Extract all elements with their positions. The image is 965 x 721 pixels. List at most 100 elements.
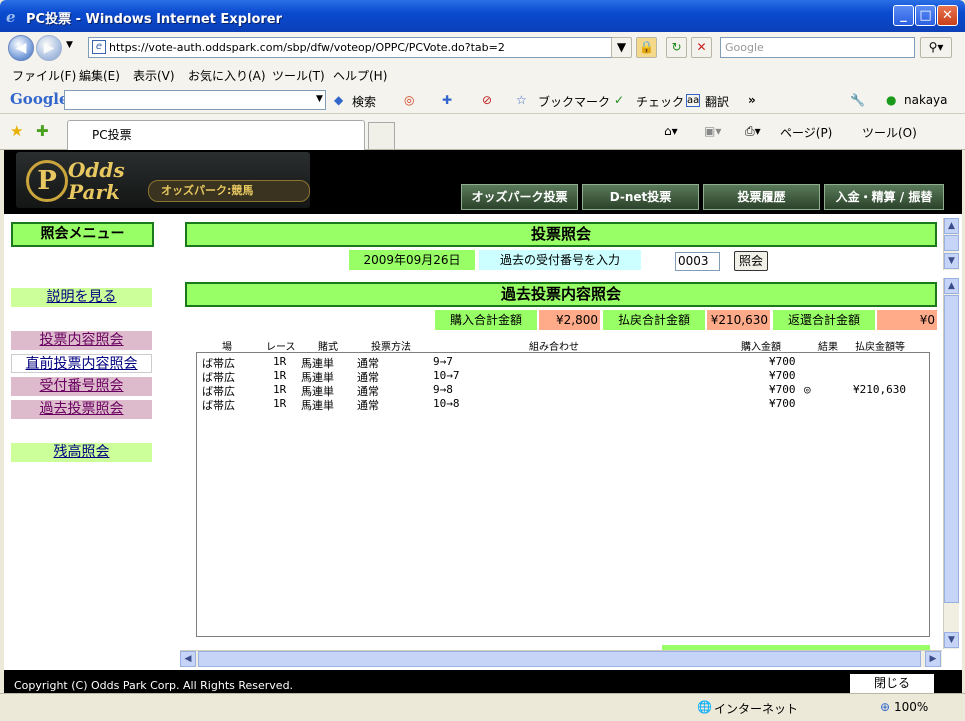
wrench-icon[interactable]: 🔧 [850,93,865,107]
translate-button[interactable]: 翻訳 [705,93,729,110]
zoom-level[interactable]: 100% [894,700,928,714]
bookmark-button[interactable]: ブックマーク [538,93,610,110]
google-dropdown-icon[interactable]: ▼ [316,94,323,104]
scroll-left-icon[interactable]: ◀ [180,651,196,667]
list-item[interactable]: ば帯広 1R 馬連単 通常 10→8 ¥700 [197,397,929,412]
list-item[interactable]: ば帯広 1R 馬連単 通常 9→7 ¥700 [197,355,929,370]
scroll-down-icon[interactable]: ▼ [944,632,959,648]
nav-vote-history[interactable]: 投票履歴 [703,184,820,210]
sidebar-item-receipt-number[interactable]: 受付番号照会 [11,377,152,396]
logo-word-odds: Odds [68,158,125,182]
cell-amount: ¥700 [769,397,796,410]
oddspark-logo[interactable]: P Odds Park オッズパーク:競馬 [16,152,310,208]
user-status-icon: ● [886,93,897,107]
copyright: Copyright (C) Odds Park Corp. All Rights… [14,679,294,692]
globe-icon: 🌐 [697,700,712,714]
pagerank-icon[interactable]: ◎ [404,93,414,107]
refresh-icon[interactable]: ↻ [666,37,687,58]
more-button[interactable]: » [748,93,756,107]
address-input[interactable]: e https://vote-auth.oddspark.com/sbp/dfw/… [88,37,631,58]
window-title: PC投票 - Windows Internet Explorer [26,12,283,27]
menu-file[interactable]: ファイル(F) [12,67,76,84]
forward-icon[interactable]: ▶ [36,35,62,61]
cell-race: 1R [273,369,287,382]
maximize-button[interactable]: □ [915,5,936,26]
scroll-thumb[interactable] [198,651,921,667]
spellcheck-icon: ✓ [614,93,625,107]
google-search-input[interactable] [64,90,326,110]
list-item[interactable]: ば帯広 1R 馬連単 通常 9→8 ¥700 ◎ ¥210,630 [197,383,929,398]
search-input[interactable]: Google [720,37,915,58]
stop-icon[interactable]: ✕ [691,37,712,58]
main-scrollbar[interactable]: ▲ ▼ [943,278,959,649]
address-dropdown-icon[interactable]: ▼ [611,37,632,58]
user-name[interactable]: nakaya [904,93,948,107]
close-window-button[interactable]: 閉じる [850,674,934,693]
buy-total-label: 購入合計金額 [435,310,537,330]
cell-combination: 9→7 [433,355,453,368]
feed-icon[interactable]: ▣▾ [704,124,721,138]
tools-menu[interactable]: ツール(O) [862,124,917,141]
back-icon[interactable]: ◀ [8,35,34,61]
add-favorite-icon[interactable]: ✚ [36,122,49,140]
google-search-button[interactable]: 検索 [352,93,376,110]
scroll-up-icon[interactable]: ▲ [944,218,959,234]
history-dropdown-icon[interactable]: ▼ [66,40,73,50]
title-bar: e PC投票 - Windows Internet Explorer _ □ ✕ [0,0,965,32]
nav-oddspark-vote[interactable]: オッズパーク投票 [461,184,578,210]
cell-amount: ¥700 [769,355,796,368]
check-button[interactable]: チェック [636,93,684,110]
inquiry-button[interactable]: 照会 [734,251,768,271]
scroll-down-icon[interactable]: ▼ [944,253,959,269]
nav-deposit[interactable]: 入金・精算 / 振替 [824,184,944,210]
home-icon[interactable]: ⌂▾ [664,124,678,138]
inquiry-prompt: 過去の受付番号を入力 [479,250,641,270]
tab-pc-vote[interactable]: PC投票 [67,120,365,150]
plus-icon[interactable]: ✚ [442,93,452,107]
sidebar-item-help[interactable]: 説明を見る [11,288,152,307]
horizontal-scrollbar[interactable]: ◀ ▶ [180,650,942,667]
page-menu[interactable]: ページ(P) [780,124,832,141]
menu-favorites[interactable]: お気に入り(A) [188,67,266,84]
receipt-number-input[interactable]: 0003 [675,252,720,271]
vote-list[interactable]: ば帯広 1R 馬連単 通常 9→7 ¥700 ば帯広 1R 馬連単 通常 10→… [196,352,930,637]
ie-icon: e [6,8,16,26]
site-header: P Odds Park オッズパーク:競馬 オッズパーク投票 D-net投票 投… [4,150,962,214]
tab-title: PC投票 [92,128,132,142]
menu-tools[interactable]: ツール(T) [272,67,325,84]
menu-view[interactable]: 表示(V) [133,67,175,84]
new-tab-button[interactable] [368,122,395,149]
address-url: https://vote-auth.oddspark.com/sbp/dfw/v… [109,41,505,54]
cell-method: 通常 [357,399,379,412]
scroll-up-icon[interactable]: ▲ [944,278,959,294]
list-item[interactable]: ば帯広 1R 馬連単 通常 10→7 ¥700 [197,369,929,384]
scroll-thumb[interactable] [944,295,959,603]
sidebar-item-vote-inquiry[interactable]: 投票内容照会 [11,331,152,350]
inquiry-scrollbar[interactable]: ▲ ▼ [943,218,959,270]
cell-result: ◎ [804,383,811,396]
scroll-right-icon[interactable]: ▶ [925,651,941,667]
search-icon[interactable]: ⚲▾ [920,37,952,58]
sidebar-item-balance[interactable]: 残高照会 [11,443,152,462]
popup-icon[interactable]: ⊘ [482,93,492,107]
cell-combination: 10→7 [433,369,460,382]
sidebar-item-recent-vote[interactable]: 直前投票内容照会 [11,354,152,373]
scroll-thumb[interactable] [944,235,959,251]
status-bar: 🌐 インターネット ⊕ 100% [0,693,965,721]
inquiry-date: 2009年09月26日 [349,250,475,270]
column-header: 投票方法 [371,342,411,353]
column-header: 結果 [818,342,838,353]
return-total-label: 返還合計金額 [773,310,875,330]
menu-edit[interactable]: 編集(E) [79,67,120,84]
menu-help[interactable]: ヘルプ(H) [333,67,387,84]
column-header: 払戻金額等 [855,342,905,353]
nav-dnet-vote[interactable]: D-net投票 [582,184,699,210]
column-header: レース [266,342,296,353]
print-icon[interactable]: ⎙▾ [745,124,761,139]
lock-icon[interactable]: 🔒 [636,37,657,58]
minimize-button[interactable]: _ [893,5,914,26]
security-zone: インターネット [714,702,799,716]
sidebar-item-past-vote[interactable]: 過去投票照会 [11,400,152,419]
close-button[interactable]: ✕ [937,5,958,26]
favorites-star-icon[interactable]: ★ [10,122,23,140]
